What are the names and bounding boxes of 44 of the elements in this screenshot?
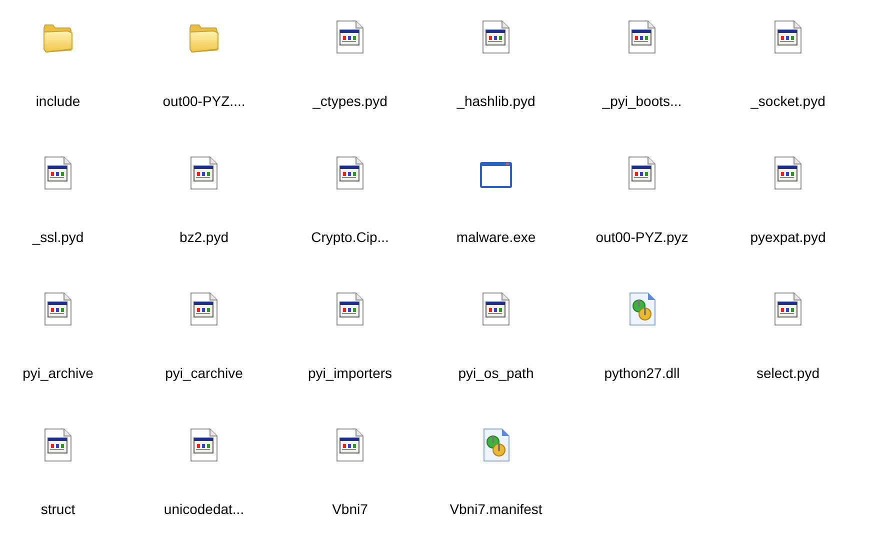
system-file-icon [627,20,657,54]
system-file-icon [335,292,365,326]
folder-icon [187,22,221,54]
folder-icon [41,22,75,54]
file-name[interactable]: unicodedat... [164,502,244,516]
system-file-icon [189,428,219,462]
file-name[interactable]: pyi_os_path [458,366,534,380]
system-file-icon [335,428,365,462]
file-name[interactable]: _ctypes.pyd [312,94,388,108]
system-file-icon [773,156,803,190]
file-name[interactable]: _hashlib.pyd [456,94,536,108]
system-file-icon [43,156,73,190]
file-name[interactable]: malware.exe [456,230,536,244]
system-file-icon [627,156,657,190]
file-name[interactable]: python27.dll [604,366,680,380]
file-name[interactable]: Vbni7 [332,502,368,516]
file-name[interactable]: pyexpat.pyd [750,230,826,244]
system-file-icon [189,292,219,326]
file-name[interactable]: out00-PYZ.pyz [596,230,688,244]
system-file-icon [189,156,219,190]
file-name[interactable]: Vbni7.manifest [450,502,542,516]
gear-file-icon [481,428,511,462]
file-name[interactable]: out00-PYZ.... [162,94,246,108]
system-file-icon [43,428,73,462]
gear-file-icon [627,292,657,326]
file-name[interactable]: pyi_carchive [165,366,243,380]
system-file-icon [335,20,365,54]
system-file-icon [43,292,73,326]
file-name[interactable]: pyi_importers [308,366,392,380]
system-file-icon [773,292,803,326]
application-window-icon [479,160,513,190]
file-name[interactable]: struct [40,502,76,516]
file-name[interactable]: _pyi_boots... [602,94,682,108]
system-file-icon [335,156,365,190]
file-name[interactable]: Crypto.Cip... [311,230,389,244]
file-name[interactable]: bz2.pyd [179,230,229,244]
file-name[interactable]: pyi_archive [22,366,94,380]
system-file-icon [481,20,511,54]
file-name[interactable]: _socket.pyd [750,94,826,108]
file-name[interactable]: include [36,94,80,108]
system-file-icon [481,292,511,326]
system-file-icon [773,20,803,54]
file-name[interactable]: select.pyd [756,366,820,380]
file-name[interactable]: _ssl.pyd [32,230,84,244]
